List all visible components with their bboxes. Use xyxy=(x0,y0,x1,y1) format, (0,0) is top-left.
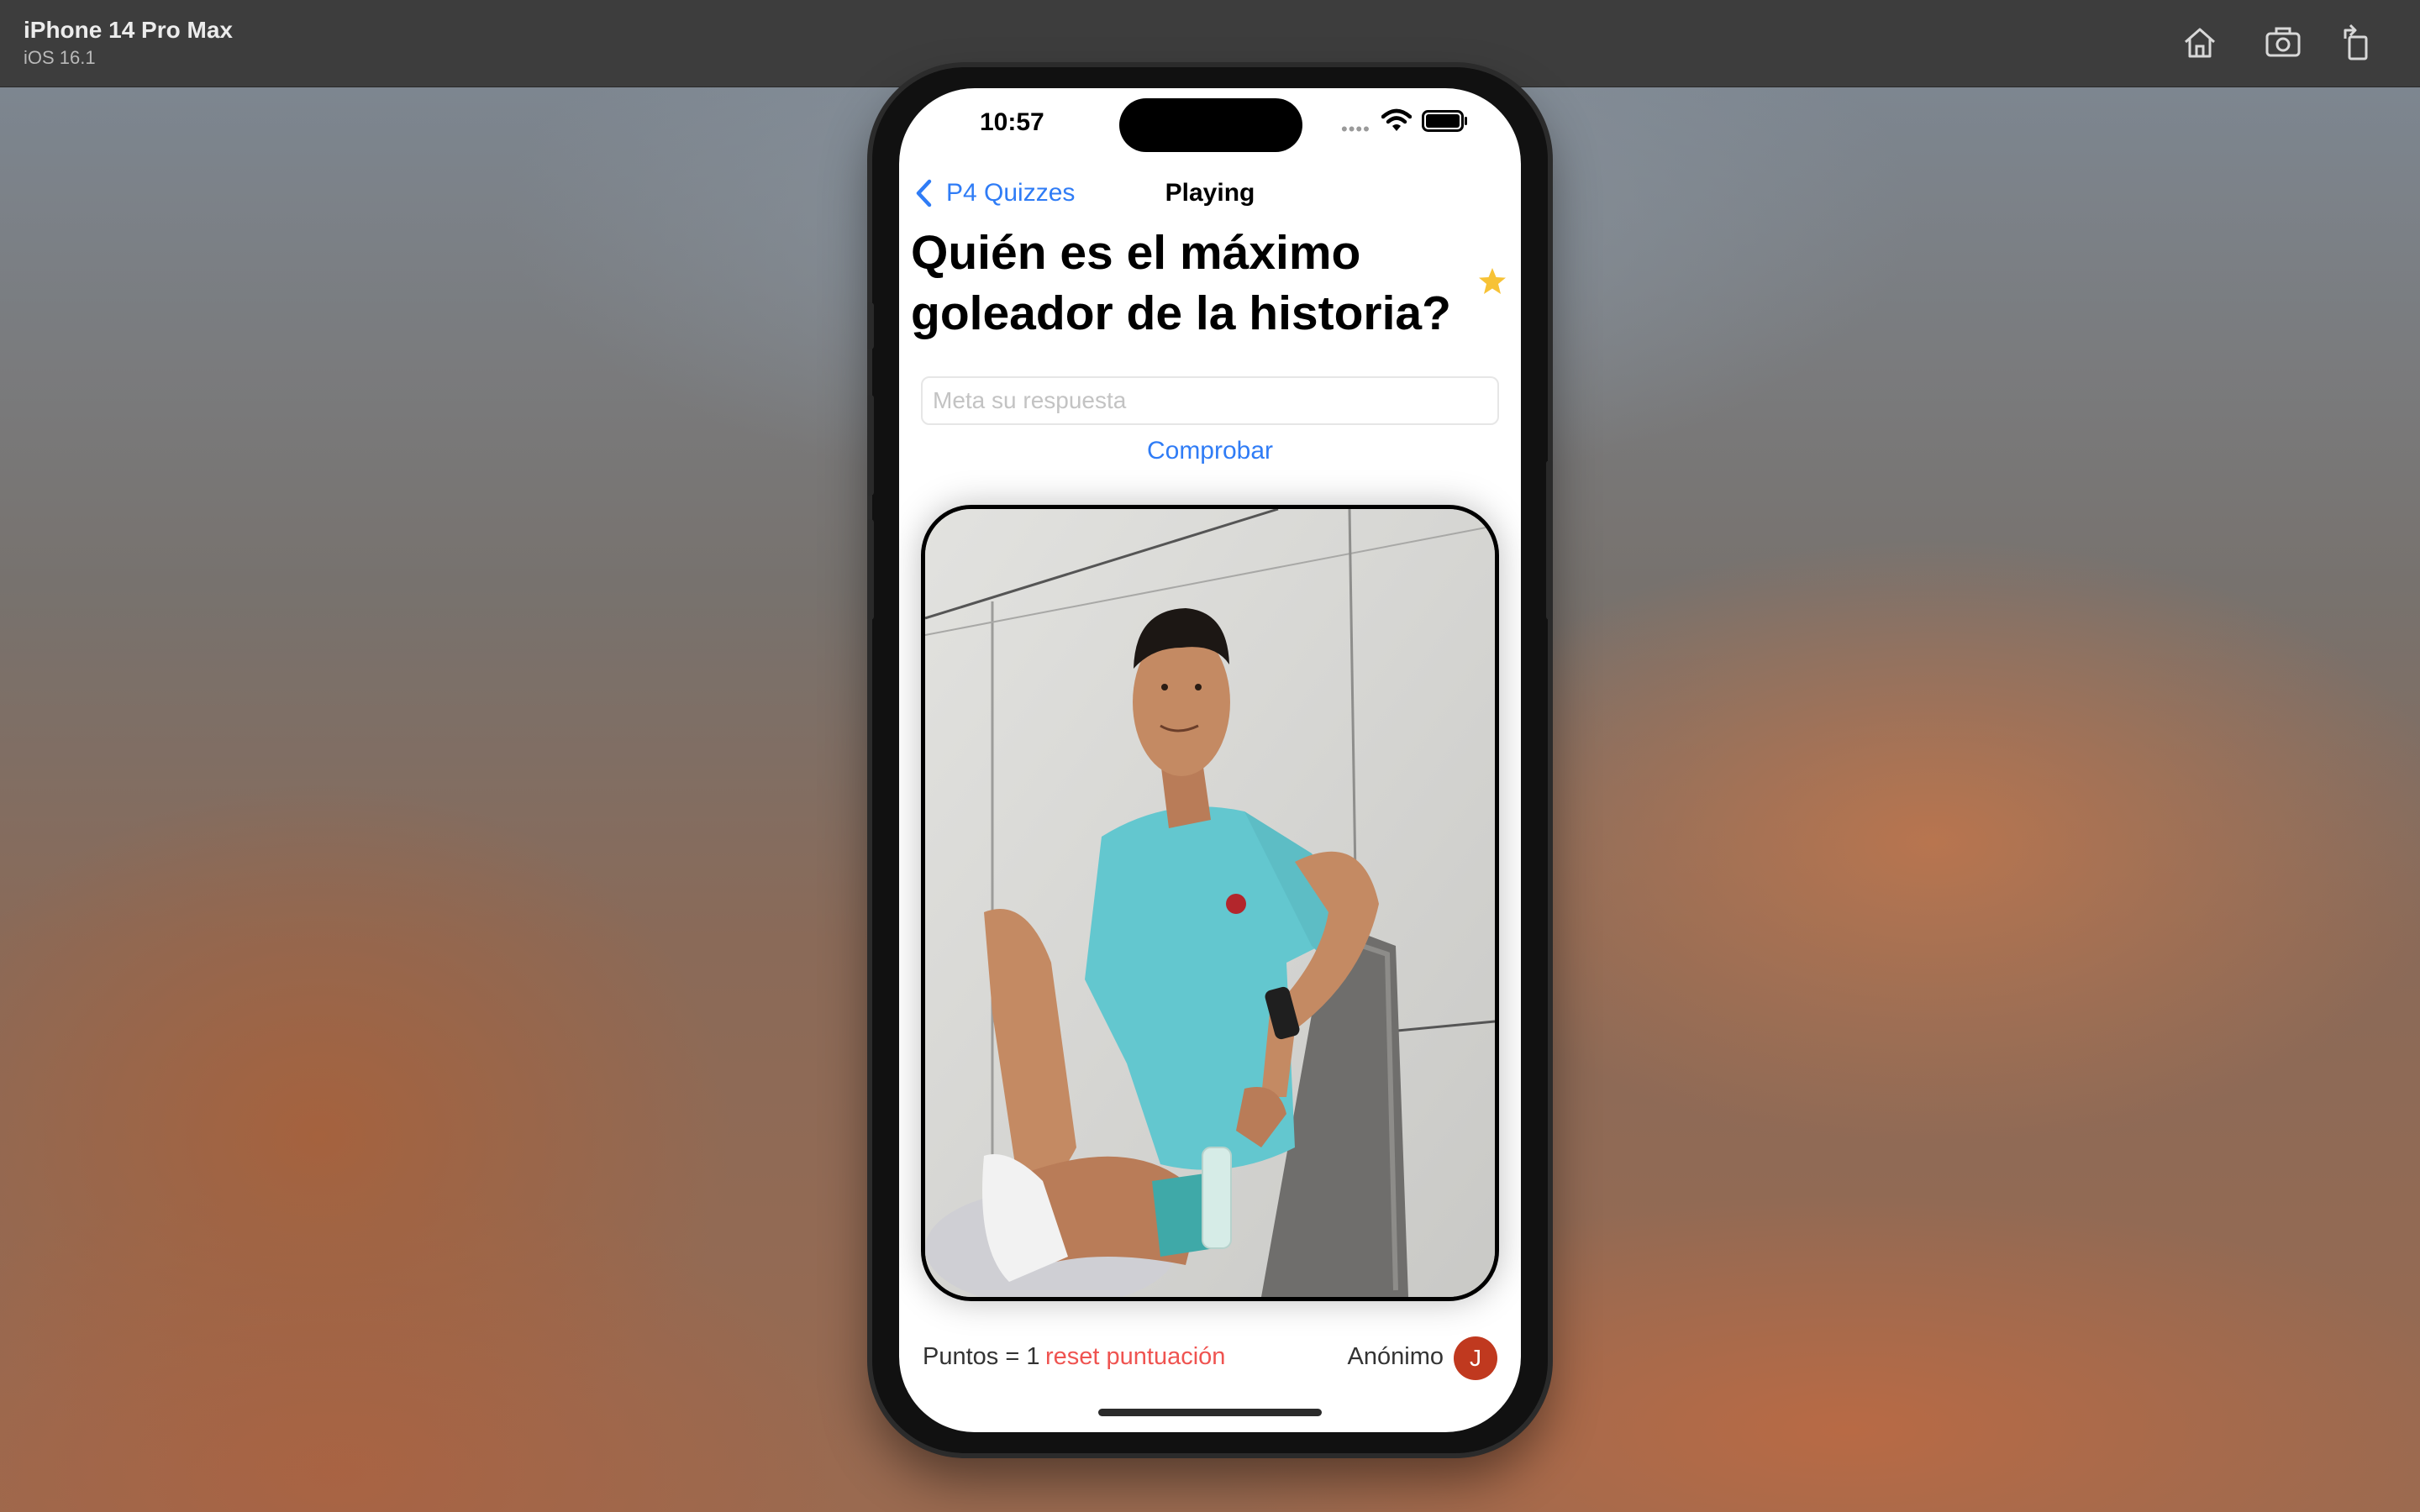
answer-input[interactable] xyxy=(921,376,1499,425)
home-indicator[interactable] xyxy=(1098,1409,1322,1416)
quiz-photo xyxy=(921,505,1499,1301)
battery-icon xyxy=(1422,110,1467,132)
power-button xyxy=(1546,460,1553,620)
os-version: iOS 16.1 xyxy=(24,47,96,68)
nav-title: Playing xyxy=(1165,179,1255,207)
user-name: Anónimo xyxy=(1347,1343,1444,1370)
home-icon[interactable] xyxy=(2179,22,2221,64)
question-title: Quién es el máximo goleador de la histor… xyxy=(911,226,1451,340)
star-icon[interactable] xyxy=(1477,266,1507,297)
points-label: Puntos = 1 xyxy=(923,1343,1040,1370)
screenshot-icon[interactable] xyxy=(2262,22,2304,64)
phone-screen: 10:57 •••• P4 Quizzes Playing Quién es e… xyxy=(899,88,1521,1432)
avatar[interactable]: J xyxy=(1454,1336,1497,1380)
volume-up-button xyxy=(867,395,874,496)
signal-dots-icon: •••• xyxy=(1341,118,1370,139)
status-time: 10:57 xyxy=(980,108,1044,136)
rotate-icon[interactable] xyxy=(2337,22,2379,64)
device-name: iPhone 14 Pro Max xyxy=(24,17,233,43)
wifi-icon xyxy=(1381,108,1412,131)
reset-score-button[interactable]: reset puntuación xyxy=(1045,1343,1225,1371)
action-button xyxy=(867,302,874,349)
volume-down-button xyxy=(867,519,874,620)
check-answer-button[interactable]: Comprobar xyxy=(899,437,1521,465)
dynamic-island xyxy=(1119,98,1302,152)
